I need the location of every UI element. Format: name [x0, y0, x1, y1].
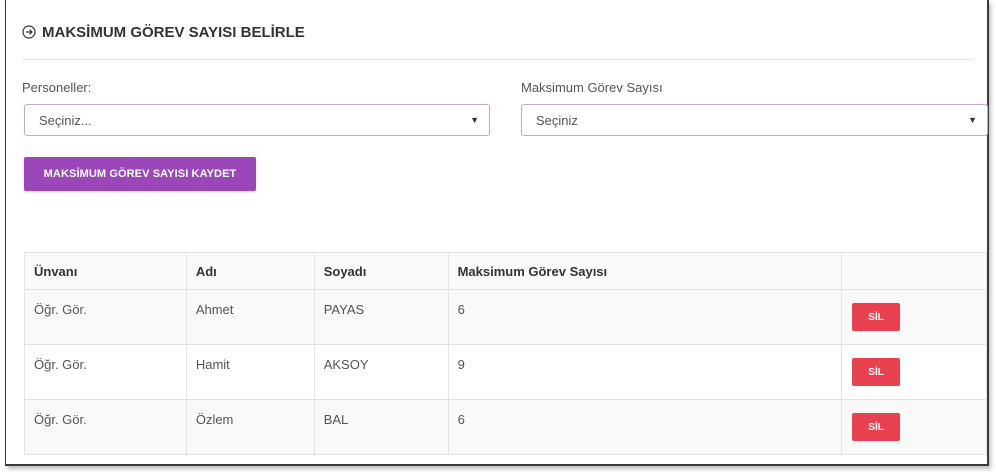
table-header-row: Ünvanı Adı Soyadı Maksimum Görev Sayısı — [24, 252, 987, 290]
arrow-circle-right-icon — [22, 25, 36, 39]
column-header-actions — [841, 252, 987, 290]
max-task-table: Ünvanı Adı Soyadı Maksimum Görev Sayısı … — [24, 252, 987, 455]
table-row: Öğr. Gör. Ahmet PAYAS 6 SİL — [24, 289, 987, 345]
personnel-label: Personeller: — [22, 80, 92, 95]
panel-header: MAKSİMUM GÖREV SAYISI BELİRLE — [22, 20, 305, 44]
personnel-select-value: Seçiniz... — [39, 112, 92, 128]
cell-title: Öğr. Gör. — [24, 344, 187, 400]
cell-actions: SİL — [841, 399, 987, 455]
table-row: Öğr. Gör. Özlem BAL 6 SİL — [24, 399, 987, 455]
cell-surname: BAL — [313, 399, 449, 455]
cell-title: Öğr. Gör. — [24, 289, 187, 345]
table-row: Öğr. Gör. Hamit AKSOY 9 SİL — [24, 344, 987, 400]
page-title: MAKSİMUM GÖREV SAYISI BELİRLE — [42, 23, 305, 41]
caret-down-icon: ▼ — [470, 115, 479, 125]
personnel-select[interactable]: Seçiniz... ▼ — [24, 104, 490, 136]
delete-button[interactable]: SİL — [852, 303, 901, 331]
cell-actions: SİL — [841, 289, 987, 345]
max-task-select-value: Seçiniz — [536, 112, 578, 128]
delete-button[interactable]: SİL — [852, 413, 901, 441]
column-header-surname: Soyadı — [313, 252, 449, 290]
cell-max: 9 — [447, 344, 843, 400]
cell-actions: SİL — [841, 344, 987, 400]
cell-surname: AKSOY — [313, 344, 449, 400]
cell-name: Özlem — [185, 399, 315, 455]
max-task-select[interactable]: Seçiniz ▼ — [521, 104, 988, 136]
header-divider — [22, 59, 972, 60]
cell-name: Ahmet — [185, 289, 315, 345]
cell-name: Hamit — [185, 344, 315, 400]
cell-title: Öğr. Gör. — [24, 399, 187, 455]
column-header-name: Adı — [185, 252, 315, 290]
cell-surname: PAYAS — [313, 289, 449, 345]
cell-max: 6 — [447, 399, 843, 455]
delete-button[interactable]: SİL — [852, 358, 901, 386]
max-task-label: Maksimum Görev Sayısı — [521, 80, 663, 95]
column-header-max: Maksimum Görev Sayısı — [447, 252, 843, 290]
caret-down-icon: ▼ — [968, 115, 977, 125]
column-header-title: Ünvanı — [24, 252, 187, 290]
save-max-task-button[interactable]: MAKSİMUM GÖREV SAYISI KAYDET — [24, 157, 256, 191]
cell-max: 6 — [447, 289, 843, 345]
